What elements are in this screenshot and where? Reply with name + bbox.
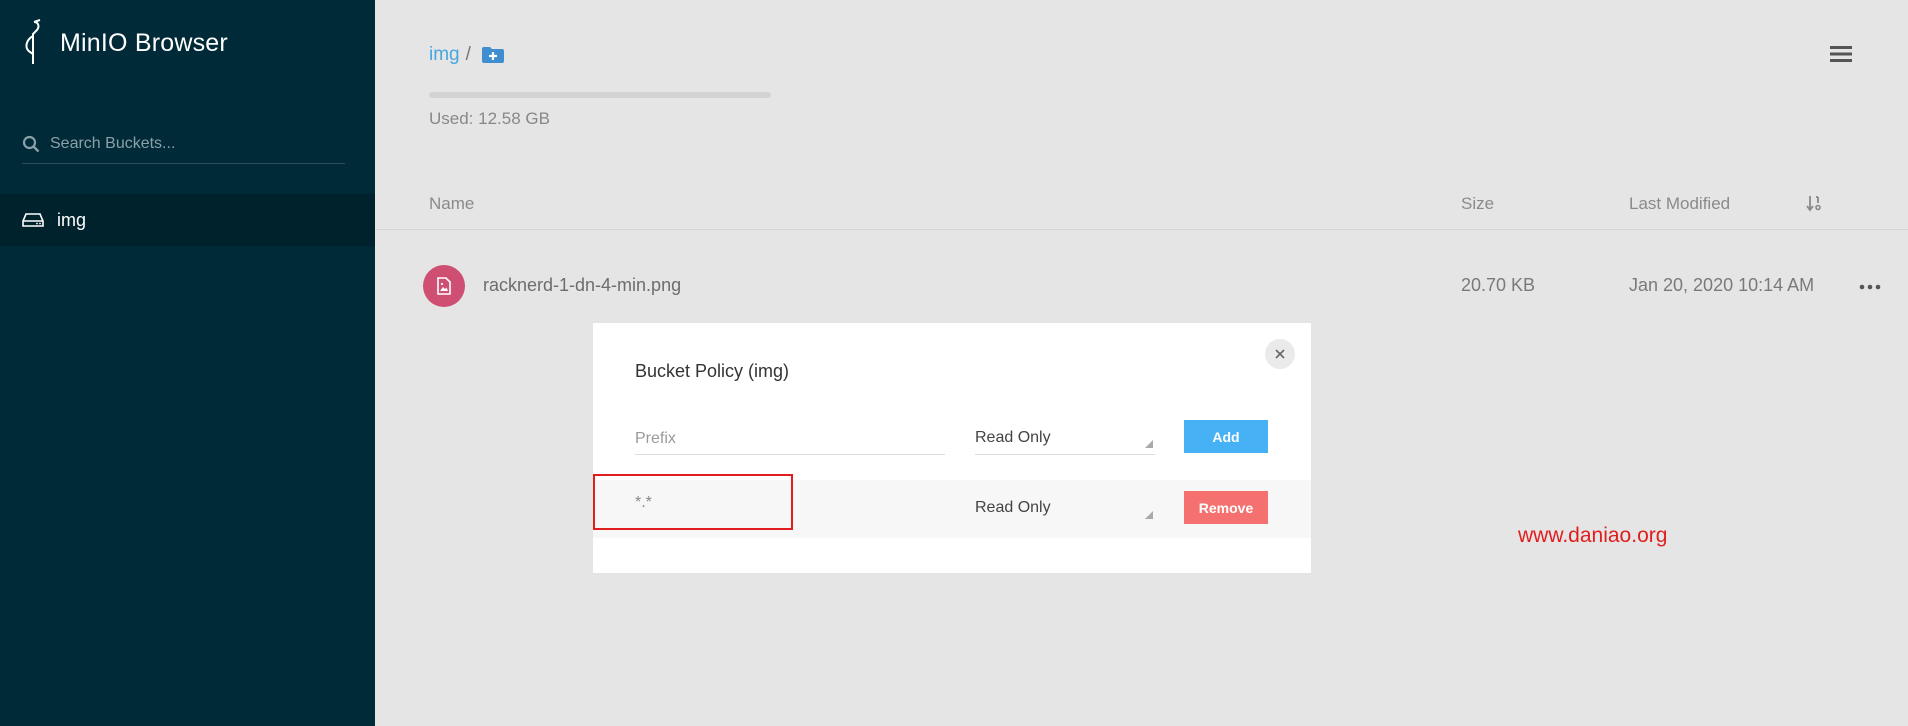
search-icon (22, 135, 40, 152)
new-policy-select[interactable]: Read Only (975, 423, 1155, 455)
close-button[interactable] (1265, 339, 1295, 369)
existing-policy-select[interactable]: Read Only (975, 493, 1155, 525)
sidebar: MinIO Browser img (0, 0, 375, 726)
hamburger-menu-icon[interactable] (1829, 43, 1853, 65)
existing-policy-value: Read Only (975, 499, 1051, 516)
breadcrumb: img / (429, 44, 505, 66)
sidebar-item-label: img (57, 209, 87, 230)
modal-title: Bucket Policy (img) (635, 361, 790, 381)
table-header: Name Size Last Modified (375, 186, 1908, 230)
file-size: 20.70 KB (1461, 275, 1536, 295)
usage-text: Used: 12.58 GB (429, 109, 550, 128)
breadcrumb-bucket-link[interactable]: img (429, 44, 460, 66)
select-caret-icon (1145, 511, 1153, 519)
file-name[interactable]: racknerd-1-dn-4-min.png (483, 275, 681, 296)
sidebar-item-img[interactable]: img (0, 194, 375, 246)
file-avatar[interactable] (423, 265, 465, 307)
watermark: www.daniao.org (1518, 524, 1668, 547)
select-caret-icon (1145, 440, 1153, 448)
remove-policy-button[interactable]: Remove (1184, 491, 1268, 524)
search-buckets-input[interactable] (50, 134, 330, 153)
image-file-icon (437, 277, 451, 295)
brand-title: MinIO Browser (60, 28, 228, 57)
file-last-modified: Jan 20, 2020 10:14 AM (1629, 275, 1815, 295)
drive-icon (22, 213, 44, 227)
close-icon (1275, 349, 1285, 359)
brand: MinIO Browser (20, 18, 228, 68)
new-folder-icon[interactable] (481, 46, 505, 64)
add-policy-button[interactable]: Add (1184, 420, 1268, 453)
annotation-highlight-box (593, 474, 793, 530)
table-row[interactable]: racknerd-1-dn-4-min.png 20.70 KB Jan 20,… (375, 260, 1908, 310)
bucket-policy-modal: Bucket Policy (img) Read Only Add *.* Re… (593, 323, 1311, 573)
usage-progress-bar (429, 92, 771, 98)
bucket-search (22, 124, 345, 164)
breadcrumb-separator: / (465, 44, 471, 65)
column-size[interactable]: Size (1461, 194, 1494, 214)
prefix-input[interactable] (635, 423, 945, 455)
column-name[interactable]: Name (429, 194, 474, 214)
more-actions-icon[interactable] (1859, 284, 1881, 290)
column-last-modified[interactable]: Last Modified (1629, 194, 1730, 214)
new-policy-value: Read Only (975, 429, 1051, 446)
sort-icon[interactable] (1805, 194, 1823, 212)
minio-logo-icon (25, 19, 41, 64)
